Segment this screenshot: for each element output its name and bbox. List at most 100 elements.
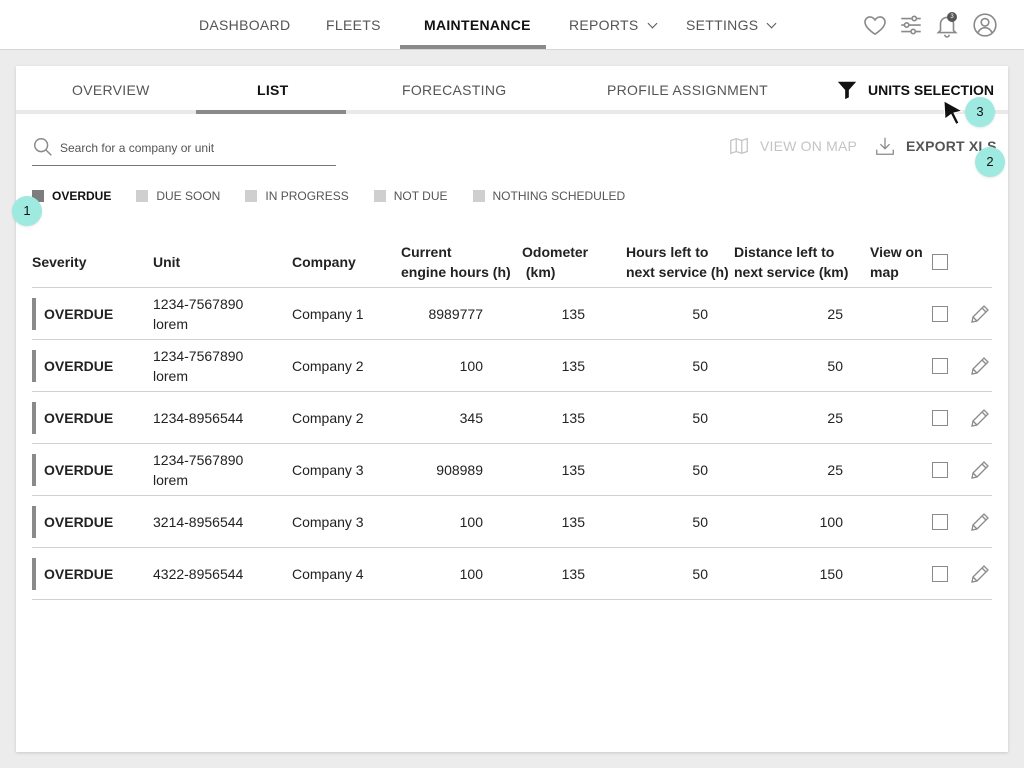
tab-list[interactable]: LIST: [257, 66, 289, 114]
unit-cell: 3214-8956544: [153, 496, 243, 547]
table-row[interactable]: OVERDUE 3214-8956544 Company 3 100 135 50 100: [32, 496, 992, 548]
odometer-cell: 135: [561, 565, 585, 582]
header-line: Unit: [153, 254, 181, 270]
view-on-map-checkbox[interactable]: [932, 566, 948, 582]
pencil-icon[interactable]: [968, 458, 992, 482]
column-header-engine-hours[interactable]: Current engine hours (h): [401, 242, 511, 282]
header-line: Current: [401, 244, 452, 260]
header-line: View on: [870, 244, 923, 260]
engine-hours-cell: 100: [459, 357, 483, 374]
table-row[interactable]: OVERDUE 1234-8956544 Company 2 345 135 50 25: [32, 392, 992, 444]
view-on-map-label: VIEW ON MAP: [760, 138, 858, 154]
legend-label: NOT DUE: [393, 189, 448, 203]
legend-nothing-scheduled[interactable]: NOTHING SCHEDULED: [472, 189, 626, 203]
chevron-down-icon: [766, 18, 777, 29]
unit-cell: 4322-8956544: [153, 548, 243, 599]
select-all-checkbox[interactable]: [932, 254, 948, 270]
nav-maintenance[interactable]: MAINTENANCE: [424, 0, 531, 50]
pencil-icon[interactable]: [968, 302, 992, 326]
hours-left-cell: 50: [692, 357, 708, 374]
odometer-cell: 135: [561, 357, 585, 374]
legend-due-soon[interactable]: DUE SOON: [136, 189, 220, 203]
engine-hours-cell: 100: [459, 565, 483, 582]
view-on-map-checkbox[interactable]: [932, 306, 948, 322]
unit-cell: 1234-8956544: [153, 392, 243, 443]
distance-left-cell: 50: [827, 357, 843, 374]
odometer-cell: 135: [561, 513, 585, 530]
header-line: (km): [522, 264, 556, 280]
nav-reports-label: REPORTS: [569, 17, 639, 33]
unit-text: 4322-8956544: [153, 565, 244, 582]
view-on-map-checkbox[interactable]: [932, 462, 948, 478]
heart-icon[interactable]: [862, 12, 888, 38]
tab-overview[interactable]: OVERVIEW: [72, 66, 150, 114]
tab-profile-assignment[interactable]: PROFILE ASSIGNMENT: [607, 66, 768, 114]
table-row[interactable]: OVERDUE 1234-7567890 lorem Company 3 908989 1…: [32, 444, 992, 496]
column-header-unit[interactable]: Unit: [153, 252, 180, 272]
company-cell: Company 4: [292, 565, 364, 582]
legend-in-progress[interactable]: IN PROGRESS: [245, 189, 349, 203]
distance-left-cell: 150: [819, 565, 843, 582]
nav-dashboard[interactable]: DASHBOARD: [199, 0, 290, 50]
legend-label: IN PROGRESS: [265, 189, 349, 203]
legend-label: NOTHING SCHEDULED: [492, 189, 626, 203]
nav-reports[interactable]: REPORTS: [569, 0, 657, 50]
pencil-icon[interactable]: [968, 510, 992, 534]
column-header-odometer[interactable]: Odometer (km): [522, 242, 588, 282]
severity-indicator-bar: [32, 506, 36, 538]
nav-settings[interactable]: SETTINGS: [686, 0, 777, 50]
map-icon: [730, 137, 748, 155]
header-line: map: [870, 264, 899, 280]
company-cell: Company 3: [292, 461, 364, 478]
column-header-view-on-map[interactable]: View on map: [870, 242, 923, 282]
search-input[interactable]: [60, 138, 330, 158]
engine-hours-cell: 908989: [436, 461, 483, 478]
user-icon[interactable]: [972, 12, 998, 38]
hours-left-cell: 50: [692, 565, 708, 582]
legend-swatch: [472, 190, 485, 202]
table-row[interactable]: OVERDUE 1234-7567890 lorem Company 2 100 135 5…: [32, 340, 992, 392]
legend-overdue[interactable]: OVERDUE: [32, 189, 111, 203]
tab-active-indicator: [196, 110, 346, 114]
unit-text: 3214-8956544: [153, 513, 244, 530]
legend-label: OVERDUE: [52, 189, 112, 203]
header-line: Company: [292, 254, 356, 270]
pencil-icon[interactable]: [968, 406, 992, 430]
distance-left-cell: 25: [827, 409, 843, 426]
severity-cell: OVERDUE: [44, 357, 114, 374]
chevron-down-icon: [647, 18, 657, 29]
pencil-icon[interactable]: [968, 562, 992, 586]
pencil-icon[interactable]: [968, 354, 992, 378]
odometer-cell: 135: [561, 305, 585, 322]
severity-cell: OVERDUE: [44, 565, 114, 582]
severity-cell: OVERDUE: [44, 409, 114, 426]
view-on-map-checkbox[interactable]: [932, 514, 948, 530]
distance-left-cell: 25: [827, 461, 843, 478]
annotation-marker-1: 1: [12, 196, 42, 226]
severity-indicator-bar: [32, 298, 36, 330]
column-header-hours-left[interactable]: Hours left to next service (h): [626, 242, 729, 282]
header-line: Hours left to: [626, 244, 709, 260]
legend-not-due[interactable]: NOT DUE: [373, 189, 448, 203]
nav-fleets[interactable]: FLEETS: [326, 0, 381, 50]
view-on-map-checkbox[interactable]: [932, 410, 948, 426]
bell-icon[interactable]: 3: [934, 12, 960, 38]
legend-swatch: [373, 190, 386, 202]
unit-cell: 1234-7567890 lorem: [153, 288, 243, 339]
column-header-distance-left[interactable]: Distance left to next service (km): [734, 242, 848, 282]
table-row[interactable]: OVERDUE 4322-8956544 Company 4 100 135 50 150: [32, 548, 992, 600]
header-line: next service (h): [626, 264, 729, 280]
view-on-map-button[interactable]: VIEW ON MAP: [728, 134, 857, 158]
view-on-map-checkbox[interactable]: [932, 358, 948, 374]
column-header-severity[interactable]: Severity: [32, 252, 86, 272]
sliders-icon[interactable]: [898, 12, 924, 38]
units-selection-button[interactable]: UNITS SELECTION: [836, 78, 994, 102]
legend-label: DUE SOON: [156, 189, 221, 203]
hours-left-cell: 50: [692, 305, 708, 322]
tab-forecasting[interactable]: FORECASTING: [402, 66, 506, 114]
table-row[interactable]: OVERDUE 1234-7567890 lorem Company 1 8989777…: [32, 288, 992, 340]
column-header-company[interactable]: Company: [292, 252, 356, 272]
hours-left-cell: 50: [692, 461, 708, 478]
unit-text: 1234-7567890: [153, 451, 244, 468]
sub-tabs: OVERVIEW LIST FORECASTING PROFILE ASSIGN…: [16, 66, 1008, 114]
